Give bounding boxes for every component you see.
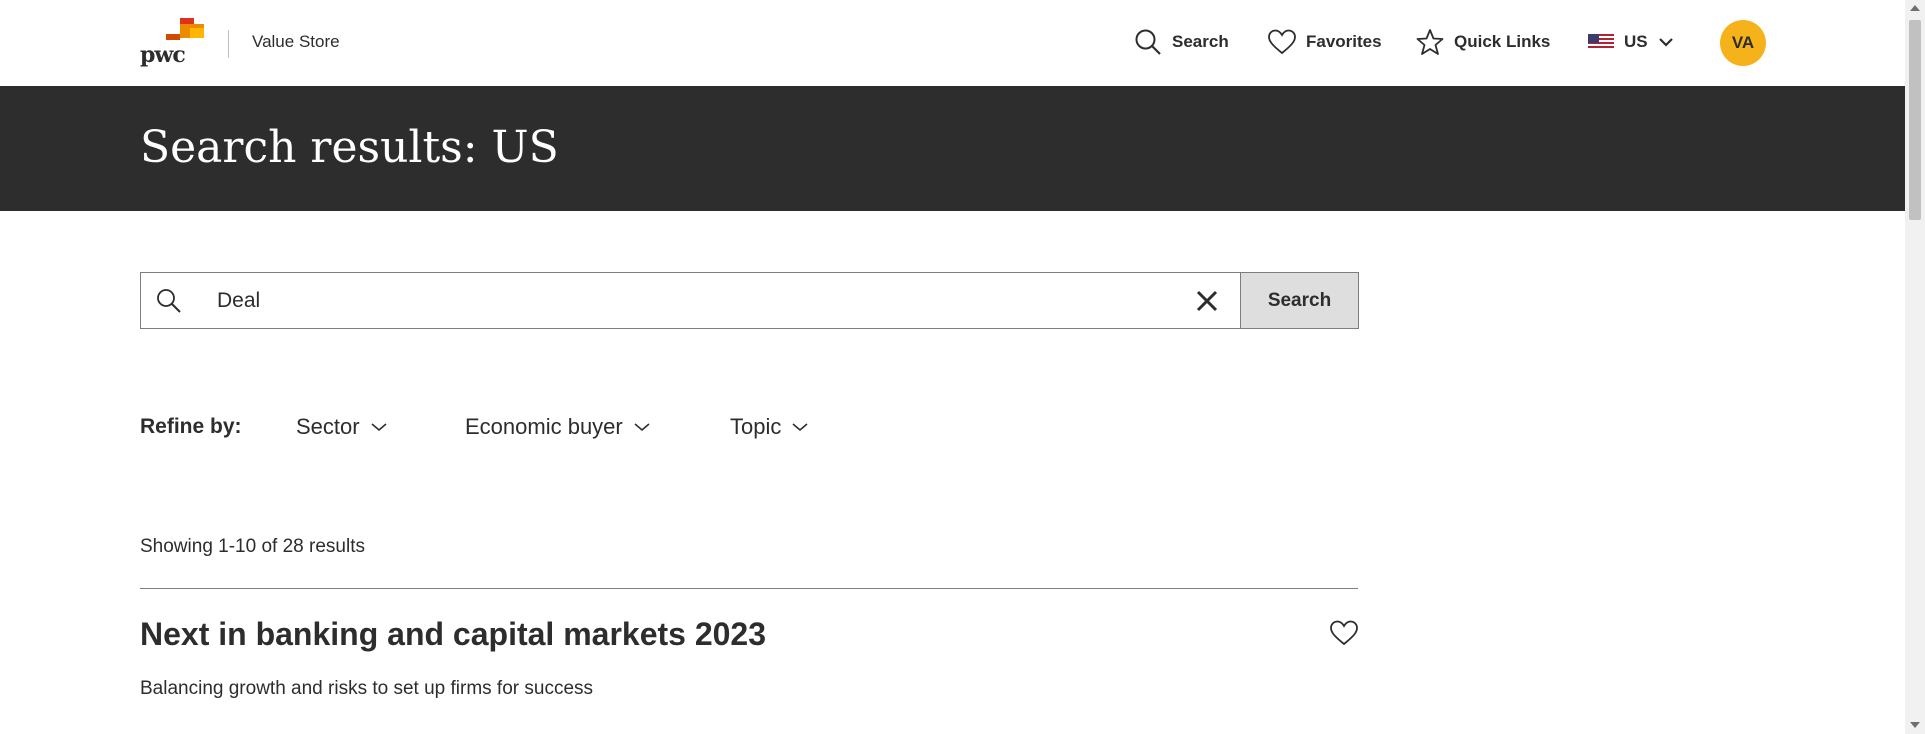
refine-bar: Refine by: [140, 412, 242, 442]
region-selector[interactable]: US [1588, 24, 1674, 60]
search-bar: Search [140, 272, 1359, 329]
chevron-down-icon [371, 423, 387, 432]
logo-text: pwc [140, 42, 186, 68]
search-input[interactable] [217, 285, 1117, 317]
nav-search-label: Search [1172, 32, 1229, 51]
results-banner: Search results: US [0, 86, 1905, 211]
nav-search-button[interactable]: Search [1134, 24, 1229, 60]
search-icon [157, 289, 181, 313]
filter-label: Topic [730, 414, 782, 439]
filter-economic-buyer-dropdown[interactable]: Economic buyer [465, 412, 651, 442]
clear-search-button[interactable] [1191, 285, 1223, 317]
us-flag-icon [1588, 34, 1614, 50]
nav-favorites-label: Favorites [1306, 32, 1382, 51]
search-submit-button[interactable]: Search [1240, 272, 1359, 329]
header-divider [228, 30, 229, 58]
nav-favorites-button[interactable]: Favorites [1268, 24, 1382, 60]
close-icon [1196, 290, 1218, 312]
region-label: US [1624, 32, 1648, 51]
brand-name[interactable]: Value Store [252, 32, 340, 52]
heart-icon [1268, 29, 1296, 55]
result-description: Balancing growth and risks to set up fir… [140, 678, 594, 699]
user-avatar[interactable]: VA [1720, 20, 1766, 66]
filter-label: Sector [296, 414, 360, 439]
results-divider [140, 588, 1358, 589]
nav-quick-links-button[interactable]: Quick Links [1416, 24, 1550, 60]
pwc-logo[interactable]: pwc [140, 18, 204, 68]
heart-icon [1330, 620, 1358, 646]
search-field-icon [155, 287, 183, 315]
scroll-down-arrow-icon[interactable] [1910, 722, 1920, 728]
chevron-down-icon [634, 423, 650, 432]
page-scrollbar[interactable] [1905, 0, 1925, 734]
star-icon [1416, 29, 1444, 55]
chevron-down-icon [1658, 38, 1673, 47]
filter-sector-dropdown[interactable]: Sector [296, 412, 388, 442]
results-count: Showing 1-10 of 28 results [140, 536, 365, 557]
nav-quick-links-label: Quick Links [1454, 32, 1551, 51]
top-navigation-bar: pwc Value Store Search Favorites Quick L… [0, 0, 1905, 86]
scroll-up-arrow-icon[interactable] [1910, 5, 1920, 11]
result-title-link[interactable]: Next in banking and capital markets 2023 [140, 616, 766, 653]
refine-label: Refine by: [140, 415, 242, 438]
search-icon [1135, 29, 1161, 55]
chevron-down-icon [792, 423, 808, 432]
filter-topic-dropdown[interactable]: Topic [730, 412, 809, 442]
add-to-favorites-button[interactable] [1330, 620, 1360, 648]
scrollbar-thumb[interactable] [1909, 20, 1921, 220]
filter-label: Economic buyer [465, 414, 623, 439]
page-title: Search results: US [140, 122, 559, 173]
